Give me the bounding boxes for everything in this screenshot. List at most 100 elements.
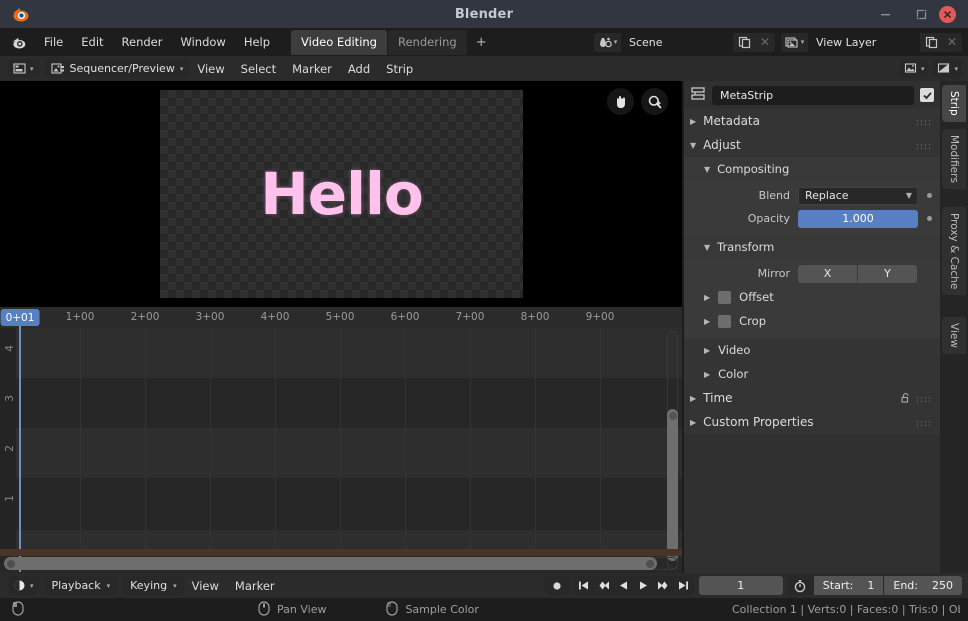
sequencer-ruler[interactable]: 0+01 1+00 2+00 3+00 4+00 5+00 6+00 7+00 …	[0, 307, 682, 328]
transform-body: Mirror X Y ▶ Offset ▶ Crop	[684, 259, 940, 338]
jump-to-end-icon[interactable]	[674, 576, 694, 595]
sequencer-menu-strip[interactable]: Strip	[378, 59, 421, 79]
panel-header-custom-properties[interactable]: ▶ Custom Properties ::::	[684, 410, 940, 434]
scroll-grab-right[interactable]	[646, 559, 654, 568]
tab-proxy-cache[interactable]: Proxy & Cache	[942, 207, 966, 296]
panel-header-adjust[interactable]: ▼ Adjust ::::	[684, 133, 940, 157]
jump-to-next-keyframe-icon[interactable]	[654, 576, 674, 595]
maximize-icon[interactable]	[903, 0, 939, 28]
horizontal-scrollbar[interactable]	[4, 557, 678, 570]
sequencer-channels[interactable]	[0, 328, 682, 552]
jump-to-start-icon[interactable]	[574, 576, 594, 595]
frame-start-field[interactable]: Start: 1	[813, 576, 884, 595]
sequence-strip-icon	[690, 86, 706, 105]
tab-strip[interactable]: Strip	[942, 85, 966, 122]
scroll-grab-top[interactable]	[668, 412, 677, 420]
strip-name-field[interactable]: MetaStrip	[712, 85, 914, 105]
zoom-in-icon[interactable]	[641, 88, 668, 115]
x-icon[interactable]: ✕	[755, 32, 775, 52]
view-layer-selector[interactable]: ▾ View Layer ✕	[781, 32, 962, 52]
menu-window[interactable]: Window	[171, 32, 234, 52]
scene-statistics: Collection 1 | Verts:0 | Faces:0 | Tris:…	[732, 603, 960, 616]
vertical-scrollbar-thumb[interactable]	[667, 409, 678, 561]
crop-subpanel[interactable]: ▶ Crop	[684, 309, 940, 333]
preview-text: Hello	[260, 160, 423, 228]
scroll-grab-left[interactable]	[7, 559, 15, 568]
add-workspace-button[interactable]: +	[468, 31, 495, 54]
hand-pan-icon[interactable]	[607, 88, 634, 115]
preview-region[interactable]: Hello	[0, 81, 682, 307]
use-preview-range-icon[interactable]	[788, 576, 813, 595]
editor-type-sequencer-icon[interactable]: ▾	[8, 59, 39, 78]
panel-header-metadata[interactable]: ▶ Metadata ::::	[684, 109, 940, 133]
drag-grip-icon[interactable]: ::::	[916, 419, 932, 429]
status-hint-sample: Sample Color	[386, 600, 479, 619]
color-subpanel[interactable]: ▶ Color	[684, 362, 940, 386]
sequencer-menu-marker[interactable]: Marker	[284, 59, 340, 79]
vertical-scrollbar[interactable]	[667, 331, 678, 569]
gizmo-toggle[interactable]: ▾	[933, 59, 962, 78]
jump-to-prev-keyframe-icon[interactable]	[594, 576, 614, 595]
close-icon[interactable]	[939, 5, 956, 23]
blend-dropdown[interactable]: Replace ▼	[798, 186, 918, 205]
record-keyframes-icon[interactable]	[544, 576, 569, 595]
panel-header-time[interactable]: ▶ Time ::::	[684, 386, 940, 410]
sequencer-menu-view[interactable]: View	[189, 59, 232, 79]
animate-property-icon[interactable]	[927, 216, 932, 221]
minimize-icon[interactable]	[867, 0, 903, 28]
offset-checkbox[interactable]	[718, 290, 732, 304]
ruler-tick-label: 4+00	[260, 311, 290, 323]
panel-header-compositing[interactable]: ▼ Compositing	[684, 157, 940, 181]
overlays-toggle[interactable]: ▾	[899, 59, 929, 78]
menu-render[interactable]: Render	[113, 32, 172, 52]
new-copy-icon[interactable]	[733, 32, 755, 52]
timeline-header: ▾ Playback ▾ Keying ▾ View Marker 1 Star…	[0, 573, 968, 598]
playhead-frame-badge[interactable]: 0+01	[0, 309, 40, 326]
opacity-slider[interactable]: 1.000	[798, 209, 918, 228]
video-subpanel[interactable]: ▶ Video	[684, 338, 940, 362]
frame-end-field[interactable]: End: 250	[884, 576, 962, 595]
playhead-line[interactable]	[19, 326, 21, 572]
current-frame-field[interactable]: 1	[698, 576, 783, 595]
sequencer-view-type-selector[interactable]: Sequencer/Preview ▾	[44, 59, 190, 78]
panel-header-transform[interactable]: ▼ Transform	[684, 235, 940, 259]
timeline-menu-marker[interactable]: Marker	[227, 576, 283, 596]
crop-checkbox[interactable]	[718, 314, 732, 328]
keying-dropdown[interactable]: Keying ▾	[123, 576, 184, 595]
sequencer-menu-select[interactable]: Select	[233, 59, 284, 79]
play-reverse-icon[interactable]	[614, 576, 634, 595]
drag-grip-icon[interactable]: ::::	[916, 395, 932, 405]
mirror-y-button[interactable]: Y	[858, 264, 917, 283]
timeline-menu-view[interactable]: View	[184, 576, 227, 596]
offset-label: Offset	[739, 290, 774, 304]
chevron-right-icon: ▶	[690, 417, 697, 427]
animate-property-icon[interactable]	[927, 193, 932, 198]
menu-help[interactable]: Help	[235, 32, 279, 52]
tab-modifiers[interactable]: Modifiers	[942, 129, 966, 189]
editor-type-timeline-icon[interactable]: ▾	[8, 576, 39, 595]
mirror-x-button[interactable]: X	[798, 264, 857, 283]
drag-grip-icon[interactable]: ::::	[916, 142, 932, 152]
playback-dropdown[interactable]: Playback ▾	[44, 576, 118, 595]
drag-grip-icon[interactable]: ::::	[916, 118, 932, 128]
menu-edit[interactable]: Edit	[72, 32, 112, 52]
scene-selector[interactable]: ▾ Scene ✕	[594, 32, 775, 52]
view-layer-name-field[interactable]: View Layer	[808, 32, 920, 52]
tab-view[interactable]: View	[942, 317, 966, 354]
x-icon[interactable]: ✕	[942, 32, 962, 52]
unlocked-icon[interactable]	[900, 392, 912, 407]
new-copy-icon[interactable]	[920, 32, 942, 52]
horizontal-scrollbar-thumb[interactable]	[4, 557, 657, 570]
sequencer-menu-add[interactable]: Add	[340, 59, 378, 79]
panel-label-transform: Transform	[717, 240, 775, 254]
blender-menu-icon[interactable]	[10, 34, 27, 51]
sequencer-region[interactable]: 0+01 1+00 2+00 3+00 4+00 5+00 6+00 7+00 …	[0, 307, 682, 573]
menu-file[interactable]: File	[35, 32, 72, 52]
checkbox-checked-icon[interactable]	[920, 88, 934, 102]
offset-subpanel[interactable]: ▶ Offset	[684, 285, 940, 309]
workspace-tab-video-editing[interactable]: Video Editing	[291, 29, 387, 55]
scene-name-field[interactable]: Scene	[621, 32, 733, 52]
play-icon[interactable]	[634, 576, 654, 595]
workspace-tab-rendering[interactable]: Rendering	[387, 29, 467, 55]
channel-number: 4	[4, 345, 16, 352]
